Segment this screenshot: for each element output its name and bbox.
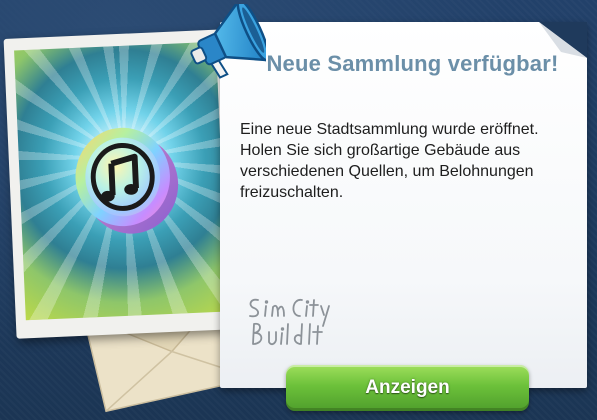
show-collection-button[interactable]: Anzeigen <box>286 365 529 411</box>
music-note-coin-icon <box>75 127 179 234</box>
collection-image <box>14 41 228 321</box>
notification-panel: Neue Sammlung verfügbar! Eine neue Stadt… <box>220 22 587 388</box>
dialog-title: Neue Sammlung verfügbar! <box>266 51 559 76</box>
megaphone-icon <box>190 4 266 79</box>
dialog-message: Eine neue Stadtsammlung wurde eröffnet. … <box>240 121 539 201</box>
show-collection-button-label: Anzeigen <box>365 377 450 398</box>
simcity-buildit-signature-logo <box>249 298 330 346</box>
